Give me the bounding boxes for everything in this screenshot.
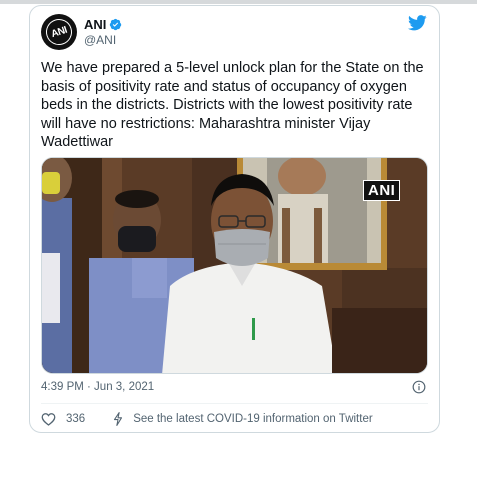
- divider: [41, 403, 428, 404]
- tweet-text: We have prepared a 5-level unlock plan f…: [41, 60, 424, 150]
- verified-badge-icon: [110, 18, 122, 30]
- covid-info-text[interactable]: See the latest COVID-19 information on T…: [133, 413, 372, 425]
- author-display-name[interactable]: ANI: [84, 17, 106, 32]
- heart-icon[interactable]: [41, 412, 56, 426]
- avatar[interactable]: ANI: [41, 14, 77, 50]
- avatar-logo: ANI: [42, 15, 76, 49]
- tweet-card[interactable]: ANI ANI @ANI We have prepared a 5-level …: [29, 5, 440, 433]
- page-top-edge: [0, 0, 477, 4]
- lightning-bolt-icon: [114, 412, 123, 426]
- info-icon[interactable]: [412, 380, 426, 394]
- tweet-actions: 336 See the latest COVID-19 information …: [41, 411, 373, 427]
- tweet-media-photo[interactable]: ANI: [41, 157, 428, 374]
- like-count[interactable]: 336: [66, 413, 85, 425]
- covid-info-link[interactable]: See the latest COVID-19 information on T…: [112, 412, 373, 426]
- author-handle[interactable]: @ANI: [84, 33, 116, 47]
- author-name-row[interactable]: ANI: [84, 16, 122, 32]
- media-watermark: ANI: [363, 180, 401, 201]
- twitter-bird-icon[interactable]: [408, 15, 427, 31]
- tweet-timestamp[interactable]: 4:39 PM · Jun 3, 2021: [41, 381, 154, 393]
